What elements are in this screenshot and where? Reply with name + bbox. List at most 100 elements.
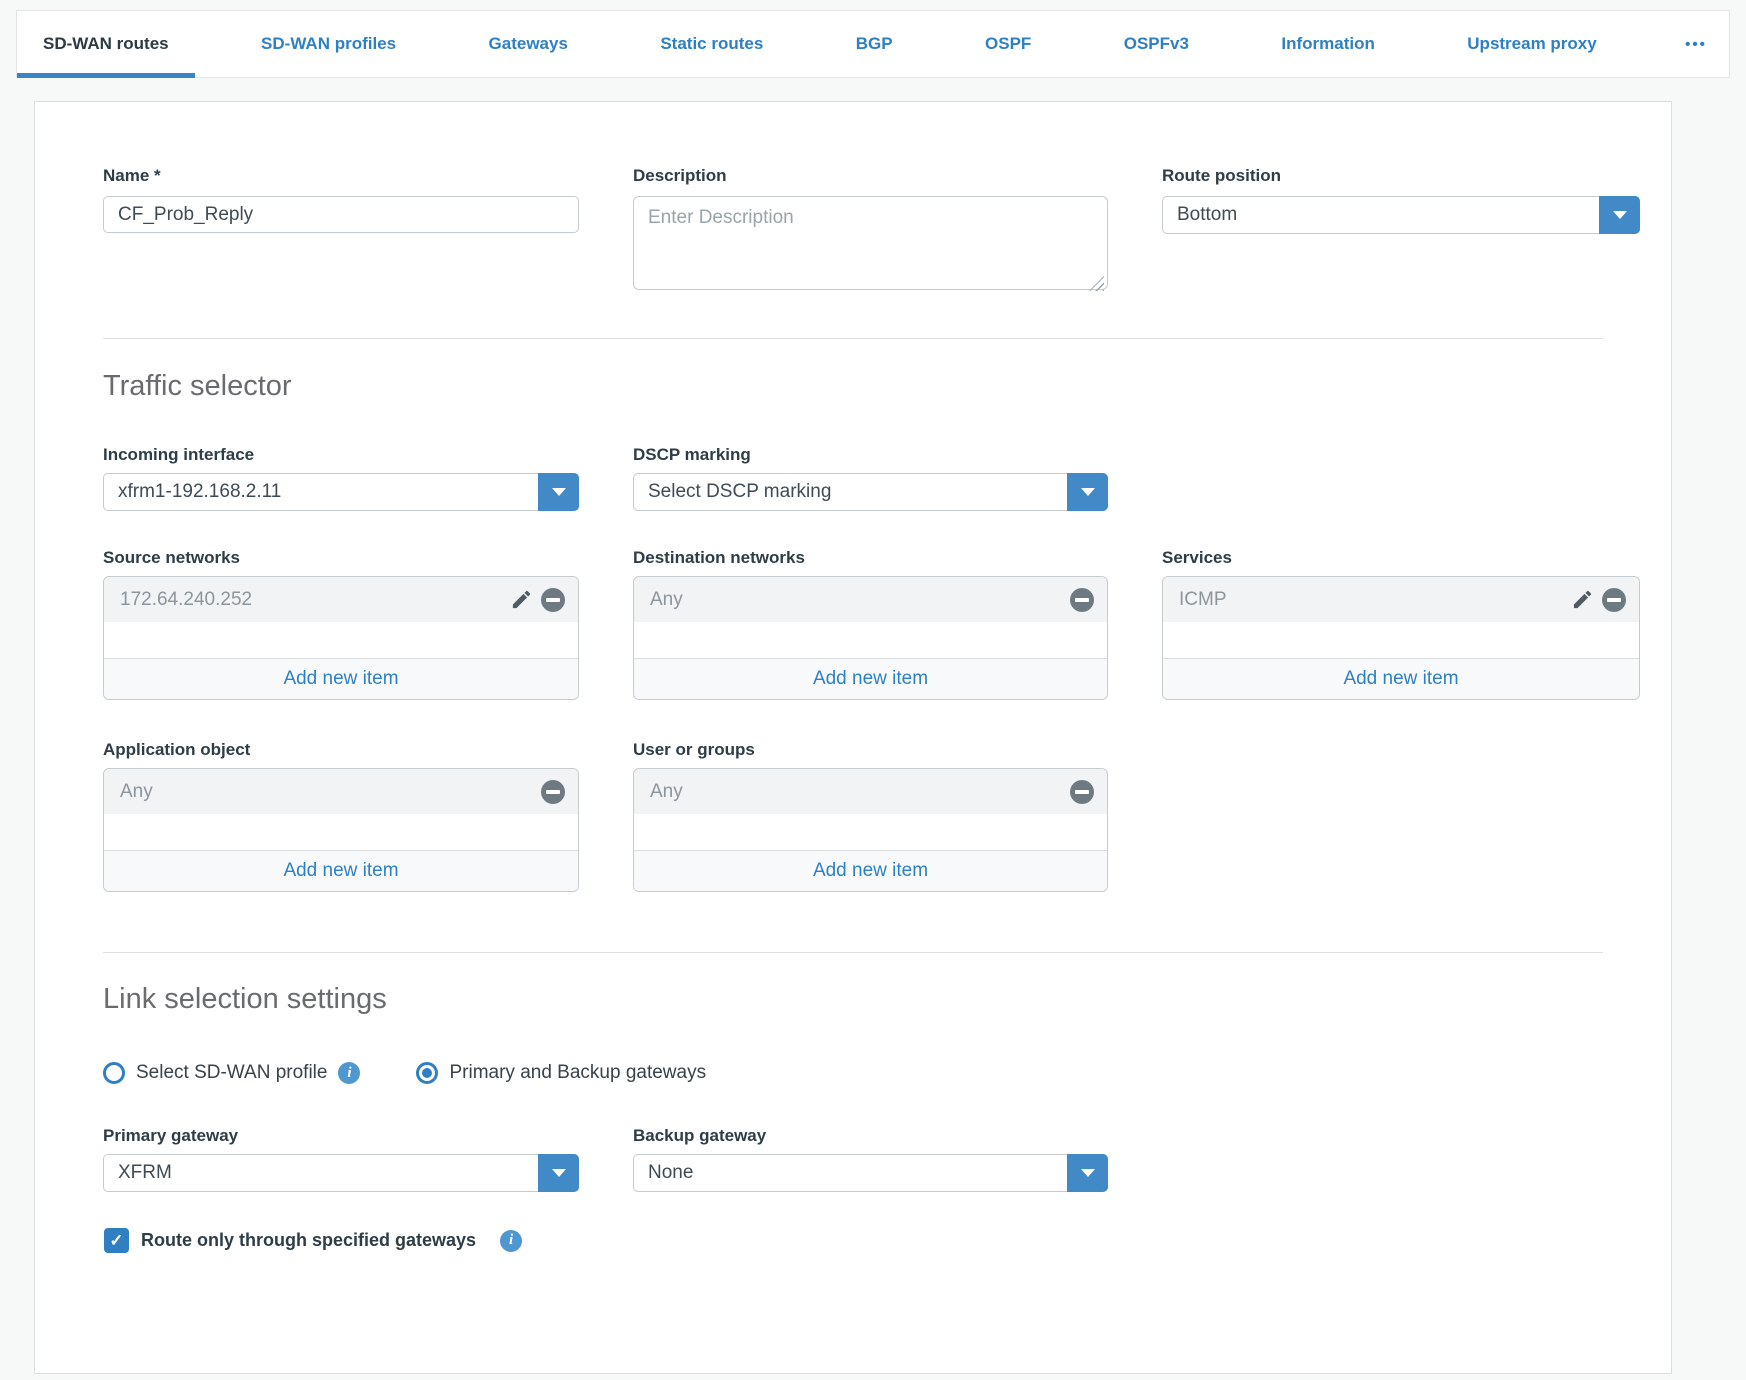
add-new-item-button[interactable]: Add new item [634,850,1107,891]
name-field-group: Name * [103,166,579,295]
chevron-down-icon [1613,211,1627,219]
radio-label: Select SD-WAN profile [136,1062,327,1084]
tab-label: OSPF [985,34,1031,54]
route-only-checkbox-row: ✓ Route only through specified gateways … [104,1228,1603,1253]
user-or-groups-group: User or groups Any Add new item [633,740,1108,892]
route-editor-card: Name * Description Route position Bottom [34,101,1672,1374]
edit-icon[interactable] [1569,587,1595,613]
description-label: Description [633,166,1108,186]
add-new-item-label: Add new item [283,860,398,882]
remove-icon[interactable] [1069,587,1095,613]
add-new-item-label: Add new item [283,668,398,690]
dscp-marking-dropdown-button[interactable] [1067,473,1108,511]
primary-gateway-select[interactable]: XFRM [103,1154,579,1192]
description-textarea[interactable] [633,196,1108,290]
dscp-marking-value: Select DSCP marking [634,474,1067,510]
radio-icon-selected[interactable] [416,1062,438,1084]
tab-label: SD-WAN routes [43,34,169,54]
radio-label: Primary and Backup gateways [449,1062,706,1084]
link-selection-heading: Link selection settings [103,983,1603,1016]
backup-gateway-group: Backup gateway None [633,1126,1108,1192]
route-position-label: Route position [1162,166,1640,186]
chevron-down-icon [552,1169,566,1177]
list-item-value: Any [650,589,1063,611]
app-users-row: Application object Any Add new item User… [103,740,1603,892]
traffic-selector-heading: Traffic selector [103,370,1603,403]
ellipsis-icon: ••• [1685,36,1707,53]
add-new-item-label: Add new item [813,668,928,690]
tab-bgp[interactable]: BGP [830,11,919,77]
info-icon[interactable]: i [338,1062,360,1084]
networks-services-row: Source networks 172.64.240.252 Add new i… [103,548,1603,700]
add-new-item-button[interactable]: Add new item [104,850,578,891]
radio-select-sdwan-profile[interactable]: Select SD-WAN profile i [103,1062,360,1084]
incoming-interface-label: Incoming interface [103,445,579,465]
description-field-group: Description [633,166,1108,295]
route-position-select[interactable]: Bottom [1162,196,1640,234]
incoming-interface-dropdown-button[interactable] [538,473,579,511]
primary-gateway-dropdown-button[interactable] [538,1154,579,1192]
incoming-interface-value: xfrm1-192.168.2.11 [104,474,538,510]
incoming-interface-select[interactable]: xfrm1-192.168.2.11 [103,473,579,511]
radio-icon[interactable] [103,1062,125,1084]
tab-upstream-proxy[interactable]: Upstream proxy [1441,11,1622,77]
backup-gateway-select[interactable]: None [633,1154,1108,1192]
tab-static-routes[interactable]: Static routes [634,11,789,77]
user-or-groups-list: Any Add new item [633,768,1108,892]
link-mode-radio-row: Select SD-WAN profile i Primary and Back… [103,1062,1603,1084]
chevron-down-icon [552,488,566,496]
section-divider [103,952,1603,953]
info-glyph: i [347,1065,351,1082]
edit-icon[interactable] [508,587,534,613]
tab-sdwan-profiles[interactable]: SD-WAN profiles [235,11,422,77]
tab-gateways[interactable]: Gateways [463,11,594,77]
list-item: 172.64.240.252 [104,577,578,622]
tab-label: Information [1281,34,1375,54]
more-tabs-icon[interactable]: ••• [1663,11,1729,77]
info-icon[interactable]: i [500,1230,522,1252]
destination-networks-group: Destination networks Any Add new item [633,548,1108,700]
list-item: Any [634,769,1107,814]
name-label: Name * [103,166,579,186]
route-only-checkbox[interactable]: ✓ [104,1228,129,1253]
add-new-item-button[interactable]: Add new item [104,658,578,699]
primary-gateway-label: Primary gateway [103,1126,579,1146]
remove-icon[interactable] [1069,779,1095,805]
tab-label: SD-WAN profiles [261,34,396,54]
list-empty-area [1163,622,1639,658]
application-object-label: Application object [103,740,579,760]
tab-ospf[interactable]: OSPF [959,11,1057,77]
tab-sdwan-routes[interactable]: SD-WAN routes [17,11,195,77]
remove-icon[interactable] [540,587,566,613]
application-object-list: Any Add new item [103,768,579,892]
remove-icon[interactable] [540,779,566,805]
remove-icon[interactable] [1601,587,1627,613]
list-item: ICMP [1163,577,1639,622]
user-or-groups-label: User or groups [633,740,1108,760]
add-new-item-button[interactable]: Add new item [1163,658,1639,699]
gateways-row: Primary gateway XFRM Backup gateway None [103,1126,1603,1192]
tab-information[interactable]: Information [1255,11,1401,77]
backup-gateway-dropdown-button[interactable] [1067,1154,1108,1192]
dscp-marking-label: DSCP marking [633,445,1108,465]
add-new-item-label: Add new item [813,860,928,882]
chevron-down-icon [1081,1169,1095,1177]
route-position-value: Bottom [1163,197,1599,233]
tab-label: Upstream proxy [1467,34,1596,54]
list-item: Any [104,769,578,814]
add-new-item-label: Add new item [1343,668,1458,690]
add-new-item-button[interactable]: Add new item [634,658,1107,699]
radio-primary-backup-gateways[interactable]: Primary and Backup gateways [416,1062,706,1084]
tab-bar: SD-WAN routes SD-WAN profiles Gateways S… [16,10,1730,78]
check-icon: ✓ [109,1231,123,1251]
dscp-marking-select[interactable]: Select DSCP marking [633,473,1108,511]
tab-ospfv3[interactable]: OSPFv3 [1098,11,1215,77]
name-input[interactable] [103,196,579,233]
incoming-interface-field-group: Incoming interface xfrm1-192.168.2.11 [103,445,579,511]
route-position-dropdown-button[interactable] [1599,196,1640,234]
dscp-field-group: DSCP marking Select DSCP marking [633,445,1108,511]
services-label: Services [1162,548,1640,568]
list-item-value: ICMP [1179,589,1563,611]
route-position-field-group: Route position Bottom [1162,166,1640,295]
info-glyph: i [509,1232,513,1249]
